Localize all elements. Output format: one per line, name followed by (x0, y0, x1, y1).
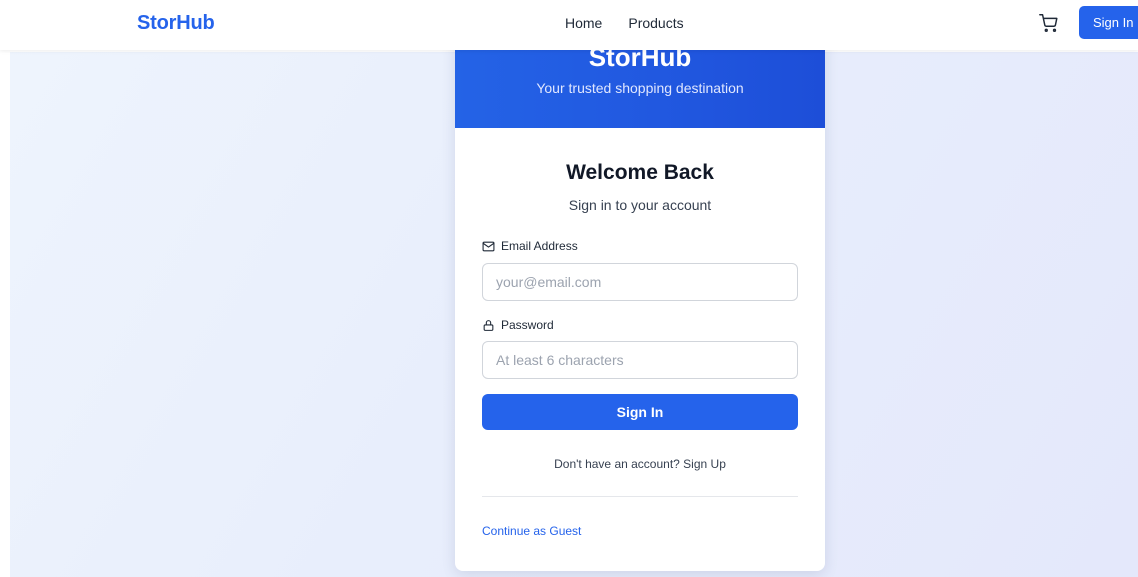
cart-icon[interactable] (1038, 12, 1060, 34)
divider (482, 496, 798, 497)
signup-question: Don't have an account? (554, 457, 680, 471)
main-nav: Home Products (565, 15, 684, 31)
header-sign-in-button[interactable]: Sign In (1079, 6, 1138, 39)
nav-products-link[interactable]: Products (628, 15, 683, 31)
login-card: StorHub Your trusted shopping destinatio… (455, 30, 825, 571)
nav-home-link[interactable]: Home (565, 15, 602, 31)
email-label: Email Address (482, 239, 578, 253)
sign-up-link[interactable]: Sign Up (683, 457, 726, 471)
card-tagline: Your trusted shopping destination (536, 80, 744, 96)
password-label: Password (482, 318, 554, 332)
top-navigation-bar: StorHub Home Products Sign In (0, 0, 1138, 50)
welcome-heading: Welcome Back (566, 161, 714, 184)
sign-in-submit-button[interactable]: Sign In (482, 394, 798, 430)
welcome-subtitle: Sign in to your account (568, 197, 712, 213)
email-input[interactable] (482, 263, 798, 301)
password-input[interactable] (482, 341, 798, 379)
lock-icon (483, 319, 494, 331)
brand-logo[interactable]: StorHub (137, 12, 215, 35)
password-label-text: Password (501, 318, 554, 332)
signup-prompt: Don't have an account? Sign Up (455, 457, 825, 471)
email-label-text: Email Address (501, 239, 578, 253)
continue-as-guest-link[interactable]: Continue as Guest (482, 524, 581, 538)
mail-icon (482, 241, 495, 251)
